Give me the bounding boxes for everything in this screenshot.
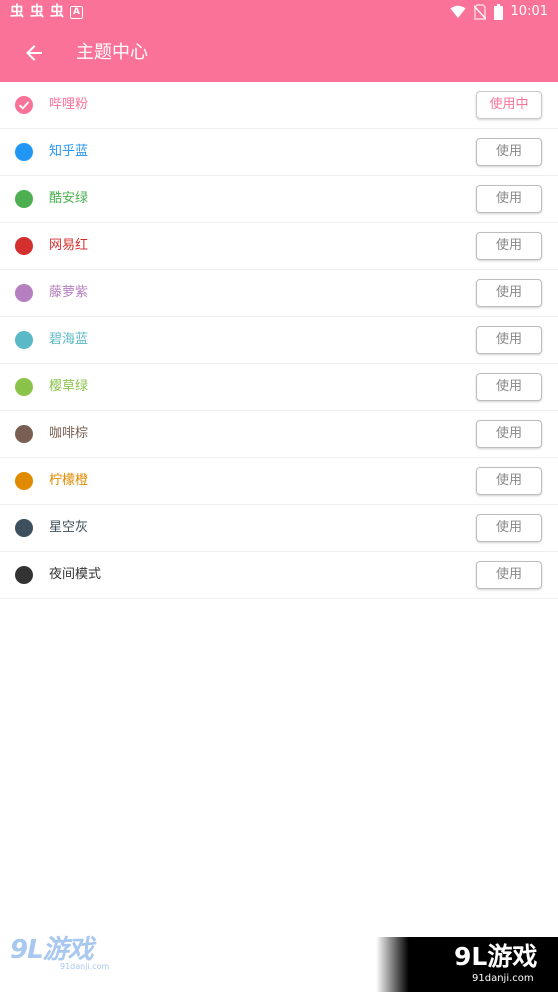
watermark-logo: 9L游戏 91danji.com [10,936,110,976]
theme-row[interactable]: 星空灰 使用 [0,505,558,552]
use-theme-button[interactable]: 使用 [476,420,542,448]
theme-color-dot [15,190,33,208]
theme-name: 哔哩粉 [49,97,89,112]
in-use-button[interactable]: 使用中 [476,91,542,119]
use-theme-button[interactable]: 使用 [476,514,542,542]
no-sim-icon [473,4,486,20]
watermark-logo-text: 9L游戏 [10,935,94,965]
theme-row[interactable]: 碧海蓝 使用 [0,317,558,364]
use-theme-button[interactable]: 使用 [476,373,542,401]
use-theme-button[interactable]: 使用 [476,467,542,495]
theme-name: 藤萝紫 [49,285,89,300]
battery-icon [493,4,503,20]
theme-name: 酷安绿 [49,191,89,206]
app-toolbar: 主题中心 [0,24,558,82]
theme-color-dot [15,143,33,161]
theme-row[interactable]: 柠檬橙 使用 [0,458,558,505]
arrow-left-icon [26,45,42,61]
theme-name: 网易红 [49,238,89,253]
use-theme-button[interactable]: 使用 [476,326,542,354]
theme-color-dot [15,378,33,396]
watermark-banner-site: 91danji.com [472,973,534,984]
back-button[interactable] [20,39,48,67]
use-theme-button[interactable]: 使用 [476,232,542,260]
watermark-banner: 9L游戏 91danji.com [376,937,558,992]
theme-name: 樱草绿 [49,379,89,394]
theme-row[interactable]: 夜间模式 使用 [0,552,558,599]
page-title: 主题中心 [76,42,148,63]
theme-list: 哔哩粉 使用中 知乎蓝 使用 酷安绿 使用 网易红 使用 藤萝紫 使用 碧海蓝 使用 樱草绿 使用 咖啡棕使… [0,82,558,599]
theme-name: 夜间模式 [49,567,102,582]
use-theme-button[interactable]: 使用 [476,185,542,213]
status-left-icons: 虫 虫 虫 A [10,3,83,21]
theme-row[interactable]: 酷安绿 使用 [0,176,558,223]
use-theme-button[interactable]: 使用 [476,138,542,166]
clock: 10:01 [510,4,548,19]
theme-color-dot [15,472,33,490]
check-circle-icon [15,96,33,114]
watermark-banner-logo: 9L游戏 [454,942,538,971]
theme-color-dot [15,425,33,443]
a-notification-icon: A [70,5,83,19]
theme-row[interactable]: 咖啡棕 使用 [0,411,558,458]
theme-name: 星空灰 [49,520,89,535]
theme-color-dot [15,237,33,255]
theme-name: 知乎蓝 [49,144,89,159]
theme-row[interactable]: 藤萝紫 使用 [0,270,558,317]
theme-row[interactable]: 哔哩粉 使用中 [0,82,558,129]
bug-icon: 虫 [10,4,24,20]
theme-color-dot [15,566,33,584]
use-theme-button[interactable]: 使用 [476,279,542,307]
theme-color-dot [15,284,33,302]
watermark-site-text: 91danji.com [60,962,110,971]
theme-color-dot [15,519,33,537]
use-theme-button[interactable]: 使用 [476,561,542,589]
theme-row[interactable]: 网易红 使用 [0,223,558,270]
theme-row[interactable]: 知乎蓝 使用 [0,129,558,176]
theme-color-dot [15,331,33,349]
theme-row[interactable]: 樱草绿 使用 [0,364,558,411]
theme-name: 碧海蓝 [49,332,89,347]
status-right-icons: 10:01 [450,3,548,21]
theme-name: 咖啡棕 [49,426,89,441]
bug-icon: 虫 [30,4,44,20]
status-bar: 虫 虫 虫 A 10:01 [0,0,558,24]
wifi-icon [450,5,466,19]
bug-icon: 虫 [50,4,64,20]
theme-name: 柠檬橙 [49,473,89,488]
